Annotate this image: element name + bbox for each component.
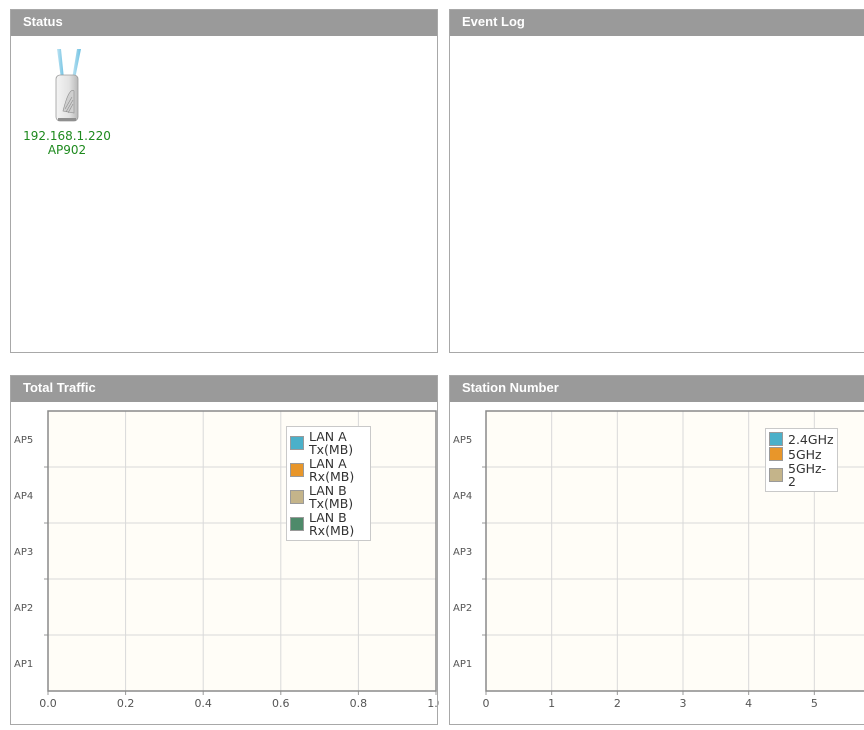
plot-background [48, 411, 436, 691]
x-tick-label: 1.0 [427, 697, 439, 710]
legend-swatch [769, 432, 783, 446]
status-panel: Status 192.168.1.220 AP902 [10, 9, 438, 353]
legend-label: 5GHz [788, 446, 822, 462]
x-tick-label: 0 [483, 697, 490, 710]
x-tick-label: 2 [614, 697, 621, 710]
x-tick-label: 1 [548, 697, 555, 710]
device-entry[interactable]: 192.168.1.220 AP902 [11, 47, 123, 157]
y-tick-label: AP2 [14, 603, 33, 614]
y-tick-label: AP5 [14, 435, 33, 446]
station-number-panel-header: Station Number [450, 376, 864, 402]
legend-swatch [290, 490, 304, 504]
total-traffic-panel: Total Traffic 0.0 0.2 0.4 0.6 0.8 1.0 AP1 AP2 AP… [10, 375, 445, 725]
legend-item: 5GHz-2 [769, 462, 834, 488]
legend-item: LAN A Rx(MB) [290, 457, 367, 483]
y-tick-label: AP1 [14, 659, 33, 670]
x-tick-label: 3 [680, 697, 687, 710]
total-traffic-legend: LAN A Tx(MB) LAN A Rx(MB) LAN B Tx(MB) LAN … [286, 426, 371, 541]
legend-label: LAN A Tx(MB) [309, 429, 354, 457]
total-traffic-chart: 0.0 0.2 0.4 0.6 0.8 1.0 AP1 AP2 AP3 AP4 AP5 [11, 402, 445, 730]
y-tick-label: AP5 [453, 435, 472, 446]
y-tick-label: AP4 [14, 491, 33, 502]
x-tick-label: 0.4 [194, 697, 212, 710]
device-ip[interactable]: 192.168.1.220 [11, 129, 123, 143]
x-tick-label: 0.6 [272, 697, 290, 710]
legend-label: 5GHz-2 [788, 461, 827, 489]
legend-label: LAN A Rx(MB) [309, 456, 355, 484]
legend-item: LAN B Rx(MB) [290, 511, 367, 537]
y-tick-label: AP3 [14, 547, 33, 558]
legend-item: LAN A Tx(MB) [290, 430, 367, 456]
total-traffic-chart-svg: 0.0 0.2 0.4 0.6 0.8 1.0 AP1 AP2 AP3 AP4 AP5 [14, 410, 445, 710]
station-number-legend: 2.4GHz 5GHz 5GHz-2 [765, 428, 838, 492]
y-tick-label: AP2 [453, 603, 472, 614]
status-panel-header: Status [11, 10, 437, 36]
device-model[interactable]: AP902 [11, 143, 123, 157]
legend-item: 2.4GHz [769, 432, 834, 446]
y-tick-label: AP3 [453, 547, 472, 558]
y-tick-label: AP1 [453, 659, 472, 670]
access-point-icon[interactable] [47, 47, 87, 125]
event-log-panel-header: Event Log [450, 10, 864, 36]
x-tick-label: 4 [745, 697, 752, 710]
x-tick-label: 5 [811, 697, 818, 710]
legend-label: LAN B Rx(MB) [309, 510, 355, 538]
x-tick-label: 0.2 [117, 697, 135, 710]
legend-swatch [290, 463, 304, 477]
y-tick-label: AP4 [453, 491, 472, 502]
legend-label: LAN B Tx(MB) [309, 483, 354, 511]
legend-item: LAN B Tx(MB) [290, 484, 367, 510]
legend-item: 5GHz [769, 447, 834, 461]
legend-swatch [769, 468, 783, 482]
legend-label: 2.4GHz [788, 431, 834, 447]
x-tick-label: 0.8 [350, 697, 368, 710]
x-tick-label: 0.0 [39, 697, 57, 710]
legend-swatch [769, 447, 783, 461]
total-traffic-panel-header: Total Traffic [11, 376, 437, 402]
legend-swatch [290, 517, 304, 531]
legend-swatch [290, 436, 304, 450]
station-number-panel: Station Number 0123456AP1AP2AP3AP4AP5 2.… [449, 375, 864, 725]
event-log-panel: Event Log [449, 9, 864, 353]
